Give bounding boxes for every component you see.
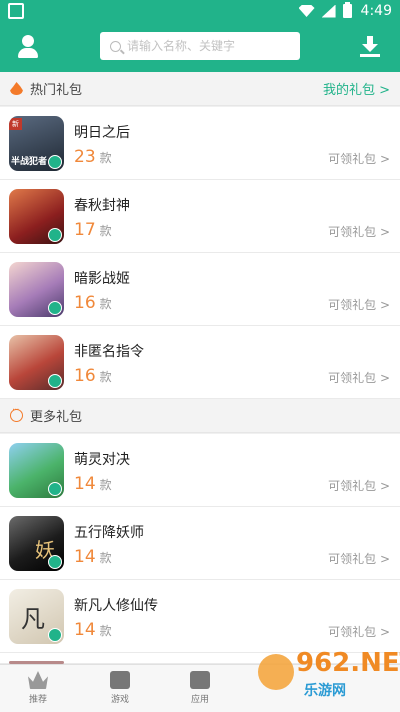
gift-badge-icon [48,374,62,388]
gift-count: 16 款 [74,293,112,313]
list-item[interactable]: 暗影战姬 16 款 可领礼包 > [0,253,400,326]
nav-games[interactable]: 游戏 [90,669,150,711]
user-icon[interactable] [14,33,42,61]
list-item[interactable]: 萌灵对决 14 款 可领礼包 > [0,434,400,507]
game-thumbnail [9,262,64,317]
download-icon[interactable] [360,36,380,58]
watermark-subtext: 乐游网 [304,683,346,699]
game-name: 暗影战姬 [74,271,130,287]
list-item[interactable]: 非匿名指令 16 款 可领礼包 > [0,326,400,399]
gift-badge-icon [48,155,62,169]
gift-badge-icon [48,555,62,569]
wifi-icon [298,5,315,17]
gift-count: 16 款 [74,366,112,386]
my-gifts-link[interactable]: 我的礼包 > [323,79,390,98]
list-item[interactable]: 新 半战犯者 明日之后 23 款 可领礼包 > [0,107,400,180]
watermark-icon [258,654,294,690]
search-box[interactable] [100,32,300,60]
game-thumbnail: 妖 [9,516,64,571]
list-item[interactable]: 春秋封神 17 款 可领礼包 > [0,180,400,253]
section-title: 热门礼包 [30,83,83,98]
game-thumbnail [9,189,64,244]
claim-gift-link[interactable]: 可领礼包 > [328,223,390,240]
fire-icon [10,82,23,95]
game-name: 萌灵对决 [74,452,130,468]
watermark-logo: 962.NET 乐游网 [258,648,400,708]
claim-gift-link[interactable]: 可领礼包 > [328,150,390,167]
gift-badge-icon [48,301,62,315]
gift-badge-icon [48,482,62,496]
game-thumbnail [9,443,64,498]
notification-icon [8,3,24,19]
claim-gift-link[interactable]: 可领礼包 > [328,623,390,640]
more-icon [10,405,23,422]
gift-count: 14 款 [74,620,112,640]
nav-recommend[interactable]: 推荐 [8,669,68,711]
gift-count: 14 款 [74,547,112,567]
gift-count: 14 款 [74,474,112,494]
status-indicators: 4:49 [298,2,392,20]
game-thumbnail [9,335,64,390]
crown-icon [28,671,48,689]
watermark-text: 962.NET [296,648,400,678]
clock: 4:49 [360,3,392,19]
battery-icon [342,2,352,18]
game-thumbnail: 新 半战犯者 [9,116,64,171]
nav-apps[interactable]: 应用 [170,669,230,711]
nav-label: 推荐 [28,695,47,705]
section-title: 更多礼包 [30,410,83,425]
game-thumbnail: 凡 [9,589,64,644]
claim-gift-link[interactable]: 可领礼包 > [328,550,390,567]
claim-gift-link[interactable]: 可领礼包 > [328,369,390,386]
claim-gift-link[interactable]: 可领礼包 > [328,477,390,494]
game-name: 非匿名指令 [74,344,144,360]
search-icon [110,40,121,52]
game-name: 明日之后 [74,125,130,141]
gamepad-icon [110,671,130,689]
game-name: 新凡人修仙传 [74,598,158,614]
gift-count: 23 款 [74,147,112,167]
status-bar: 4:49 [0,0,400,22]
app-header [0,22,400,72]
more-gifts-header: 更多礼包 [0,399,400,433]
magnet-icon [190,671,210,689]
gift-count: 17 款 [74,220,112,240]
gift-badge-icon [48,628,62,642]
game-name: 五行降妖师 [74,525,144,541]
list-item[interactable]: 妖 五行降妖师 14 款 可领礼包 > [0,507,400,580]
list-item[interactable]: 凡 新凡人修仙传 14 款 可领礼包 > [0,580,400,653]
gift-badge-icon [48,228,62,242]
search-input[interactable] [127,39,292,53]
claim-gift-link[interactable]: 可领礼包 > [328,296,390,313]
game-name: 春秋封神 [74,198,130,214]
nav-label: 应用 [190,695,209,705]
signal-icon [321,4,336,18]
thumbnail-text: 半战犯者 [11,157,48,167]
hot-gifts-header: 热门礼包 我的礼包 > [0,72,400,106]
nav-label: 游戏 [110,695,129,705]
